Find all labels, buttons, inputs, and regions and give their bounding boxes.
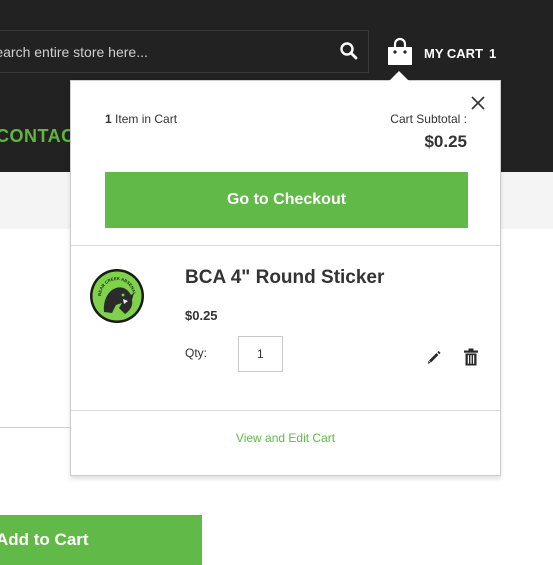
search-icon[interactable] <box>339 41 359 61</box>
qty-label: Qty: <box>185 346 208 360</box>
checkout-button[interactable]: Go to Checkout <box>105 172 468 228</box>
close-icon[interactable] <box>468 93 488 113</box>
subtotal-label: Cart Subtotal : <box>390 112 467 126</box>
items-in-cart: 1 Item in Cart <box>105 112 178 126</box>
pencil-icon[interactable] <box>426 349 442 365</box>
cart-label: MY CART 1 <box>424 46 497 61</box>
trash-icon[interactable] <box>463 348 479 366</box>
divider <box>0 427 72 428</box>
add-to-cart-button[interactable]: Add to Cart <box>0 515 202 565</box>
qty-input[interactable] <box>238 336 283 372</box>
product-thumbnail[interactable]: BEAR CREEK ARSENAL <box>89 268 145 324</box>
cart-count-badge: 1 <box>488 46 497 61</box>
search-box <box>0 30 369 73</box>
shopping-bag-icon <box>388 37 412 65</box>
divider <box>71 245 500 246</box>
minicart-dropdown: 1 Item in Cart Cart Subtotal : $0.25 Go … <box>70 71 501 476</box>
product-name-link[interactable]: BCA 4" Round Sticker <box>185 267 384 289</box>
dropdown-caret <box>389 71 409 81</box>
search-input[interactable] <box>0 31 320 72</box>
product-price: $0.25 <box>185 308 218 323</box>
divider <box>71 410 500 411</box>
view-edit-cart-link[interactable]: View and Edit Cart <box>71 431 500 445</box>
subtotal-value: $0.25 <box>424 132 467 151</box>
